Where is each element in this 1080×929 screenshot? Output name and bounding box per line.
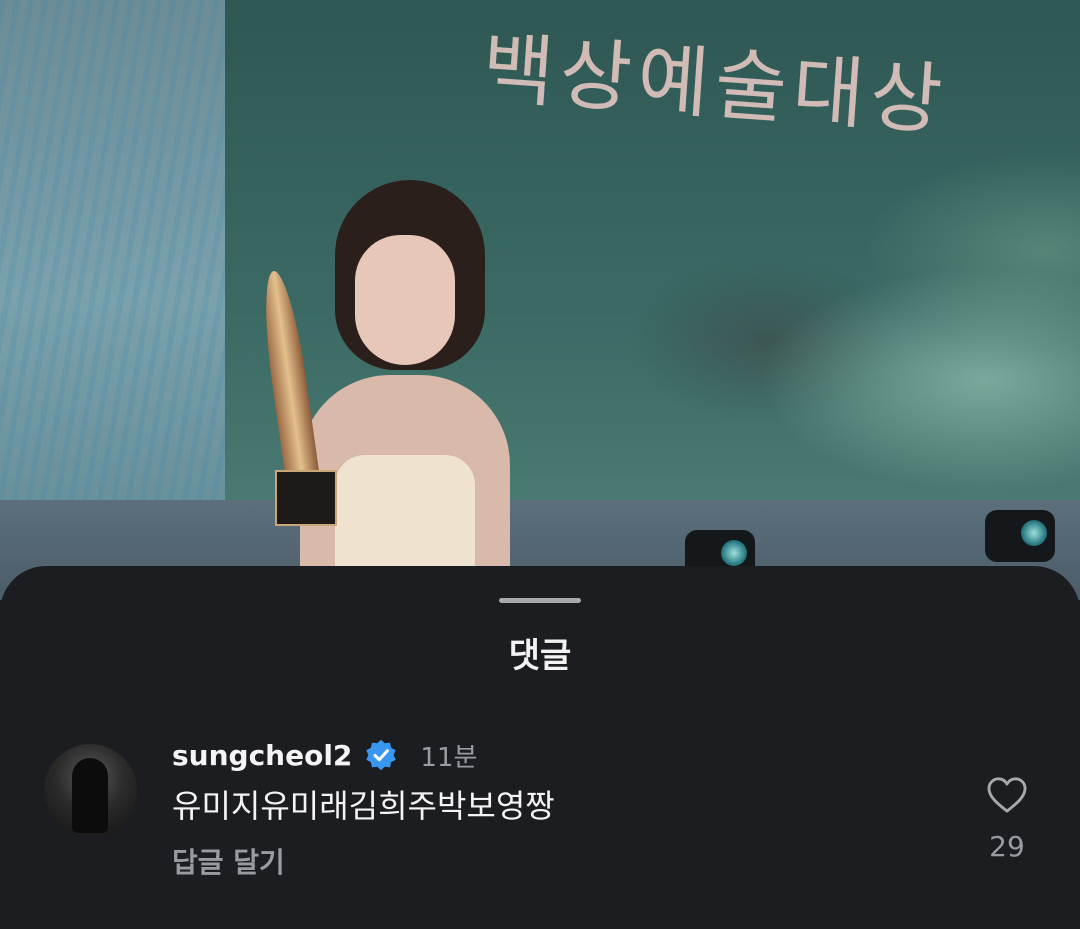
trophy-base: [275, 470, 337, 526]
sheet-title: 댓글: [508, 636, 572, 676]
post-photo: 백상예술대상: [0, 0, 1080, 600]
screen: 백상예술대상 댓글 sungcheol2 11분 유미지유미래김희주박보영짱 답…: [0, 0, 1080, 929]
comments-sheet: 댓글 sungcheol2 11분 유미지유미래김희주박보영짱 답글 달기 29: [0, 566, 1080, 929]
comment-time: 11분: [420, 742, 478, 773]
drag-handle[interactable]: [499, 598, 581, 603]
comment-item: sungcheol2 11분 유미지유미래김희주박보영짱 답글 달기 29: [0, 736, 1080, 886]
avatar[interactable]: [44, 744, 137, 837]
photo-person: [230, 180, 520, 600]
trophy: [256, 268, 322, 492]
comment-header: sungcheol2 11분: [172, 736, 477, 774]
comment-text: 유미지유미래김희주박보영짱: [172, 787, 555, 825]
person-face: [355, 235, 455, 365]
like-count: 29: [989, 830, 1025, 863]
verified-badge-icon: [366, 739, 397, 771]
stage-light: [985, 510, 1055, 562]
heart-outline-icon[interactable]: [986, 776, 1028, 814]
comment-username[interactable]: sungcheol2: [172, 739, 352, 772]
like-button[interactable]: 29: [982, 776, 1032, 863]
avatar-figure: [72, 758, 108, 833]
reply-button[interactable]: 답글 달기: [172, 846, 285, 880]
